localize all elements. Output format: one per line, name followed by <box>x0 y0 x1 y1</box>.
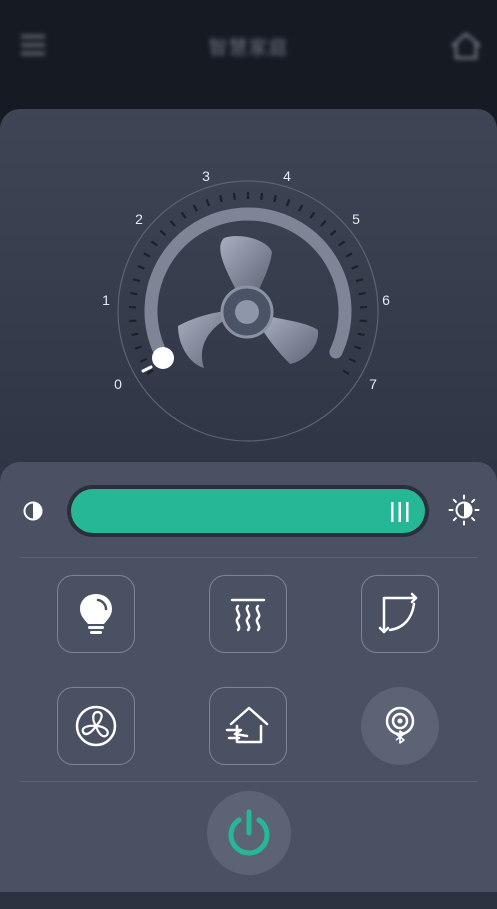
brightness-slider-fill <box>71 489 425 533</box>
dial-tick <box>170 221 175 226</box>
light-button[interactable] <box>57 575 135 653</box>
dial-tick <box>354 346 361 348</box>
scale-label-7: 7 <box>369 376 377 392</box>
speed-knob[interactable] <box>152 347 174 369</box>
ventilation-button[interactable] <box>209 687 287 765</box>
dial-tick <box>352 266 358 269</box>
fan-speed-dial[interactable]: 0 1 2 3 4 5 6 7 <box>0 150 497 450</box>
brightness-slider[interactable] <box>67 485 429 537</box>
fan-icon <box>178 236 318 368</box>
top-bar: 智慧家庭 <box>0 0 497 95</box>
power-icon <box>223 807 275 859</box>
dial-tick <box>160 231 165 236</box>
dial-tick <box>138 266 144 269</box>
fan-button[interactable] <box>57 687 135 765</box>
page-title: 智慧家庭 <box>0 33 497 60</box>
swing-arrows-icon <box>378 592 422 636</box>
heater-button[interactable] <box>209 575 287 653</box>
home-icon[interactable] <box>448 30 484 62</box>
divider <box>20 557 477 558</box>
dial-tick <box>349 359 355 362</box>
dial-tick <box>147 370 153 374</box>
slider-grip-icon[interactable] <box>389 502 411 522</box>
scale-label-2: 2 <box>135 211 143 227</box>
dial-tick <box>151 241 157 245</box>
dial-tick <box>310 212 314 218</box>
heat-waves-icon <box>228 594 268 634</box>
dial-tick <box>130 293 137 294</box>
dial-tick <box>321 221 326 226</box>
power-button[interactable] <box>207 791 291 875</box>
dial-tick <box>339 241 345 245</box>
brightness-high-icon <box>448 494 480 526</box>
dial-tick <box>343 370 349 374</box>
divider <box>20 781 477 782</box>
dial-tick <box>131 334 138 335</box>
scale-label-6: 6 <box>382 292 390 308</box>
dial-tick <box>140 359 146 362</box>
brightness-low-icon <box>22 500 44 522</box>
bluetooth-button[interactable] <box>361 687 439 765</box>
dial-tick <box>129 321 136 322</box>
swing-button[interactable] <box>361 575 439 653</box>
dial-tick <box>299 205 302 211</box>
dial-tick <box>207 199 209 206</box>
dial-tick <box>346 253 352 256</box>
house-airflow-icon <box>225 704 271 748</box>
scale-label-3: 3 <box>202 168 210 184</box>
fan-icon <box>74 704 118 748</box>
scale-label-5: 5 <box>352 211 360 227</box>
light-bulb-icon <box>76 591 116 637</box>
scale-label-1: 1 <box>102 292 110 308</box>
scale-label-0: 0 <box>114 376 122 392</box>
dial-tick <box>194 205 197 211</box>
dial-tick <box>331 231 336 236</box>
dial-tick <box>133 279 140 281</box>
dial-tick <box>182 212 186 218</box>
dial-tick <box>135 346 142 348</box>
dial-tick <box>261 193 262 200</box>
dial-tick <box>359 293 366 294</box>
dial-tick <box>287 199 289 206</box>
dial-tick <box>360 321 367 322</box>
dial-tick <box>234 193 235 200</box>
dial-tick <box>356 279 363 281</box>
dial-tick <box>220 195 222 202</box>
dial-tick <box>274 195 276 202</box>
bluetooth-signal-icon <box>382 706 418 746</box>
speed-pointer <box>143 367 151 371</box>
scale-label-4: 4 <box>283 168 291 184</box>
dial-tick <box>358 334 365 335</box>
dial-tick <box>144 253 150 256</box>
